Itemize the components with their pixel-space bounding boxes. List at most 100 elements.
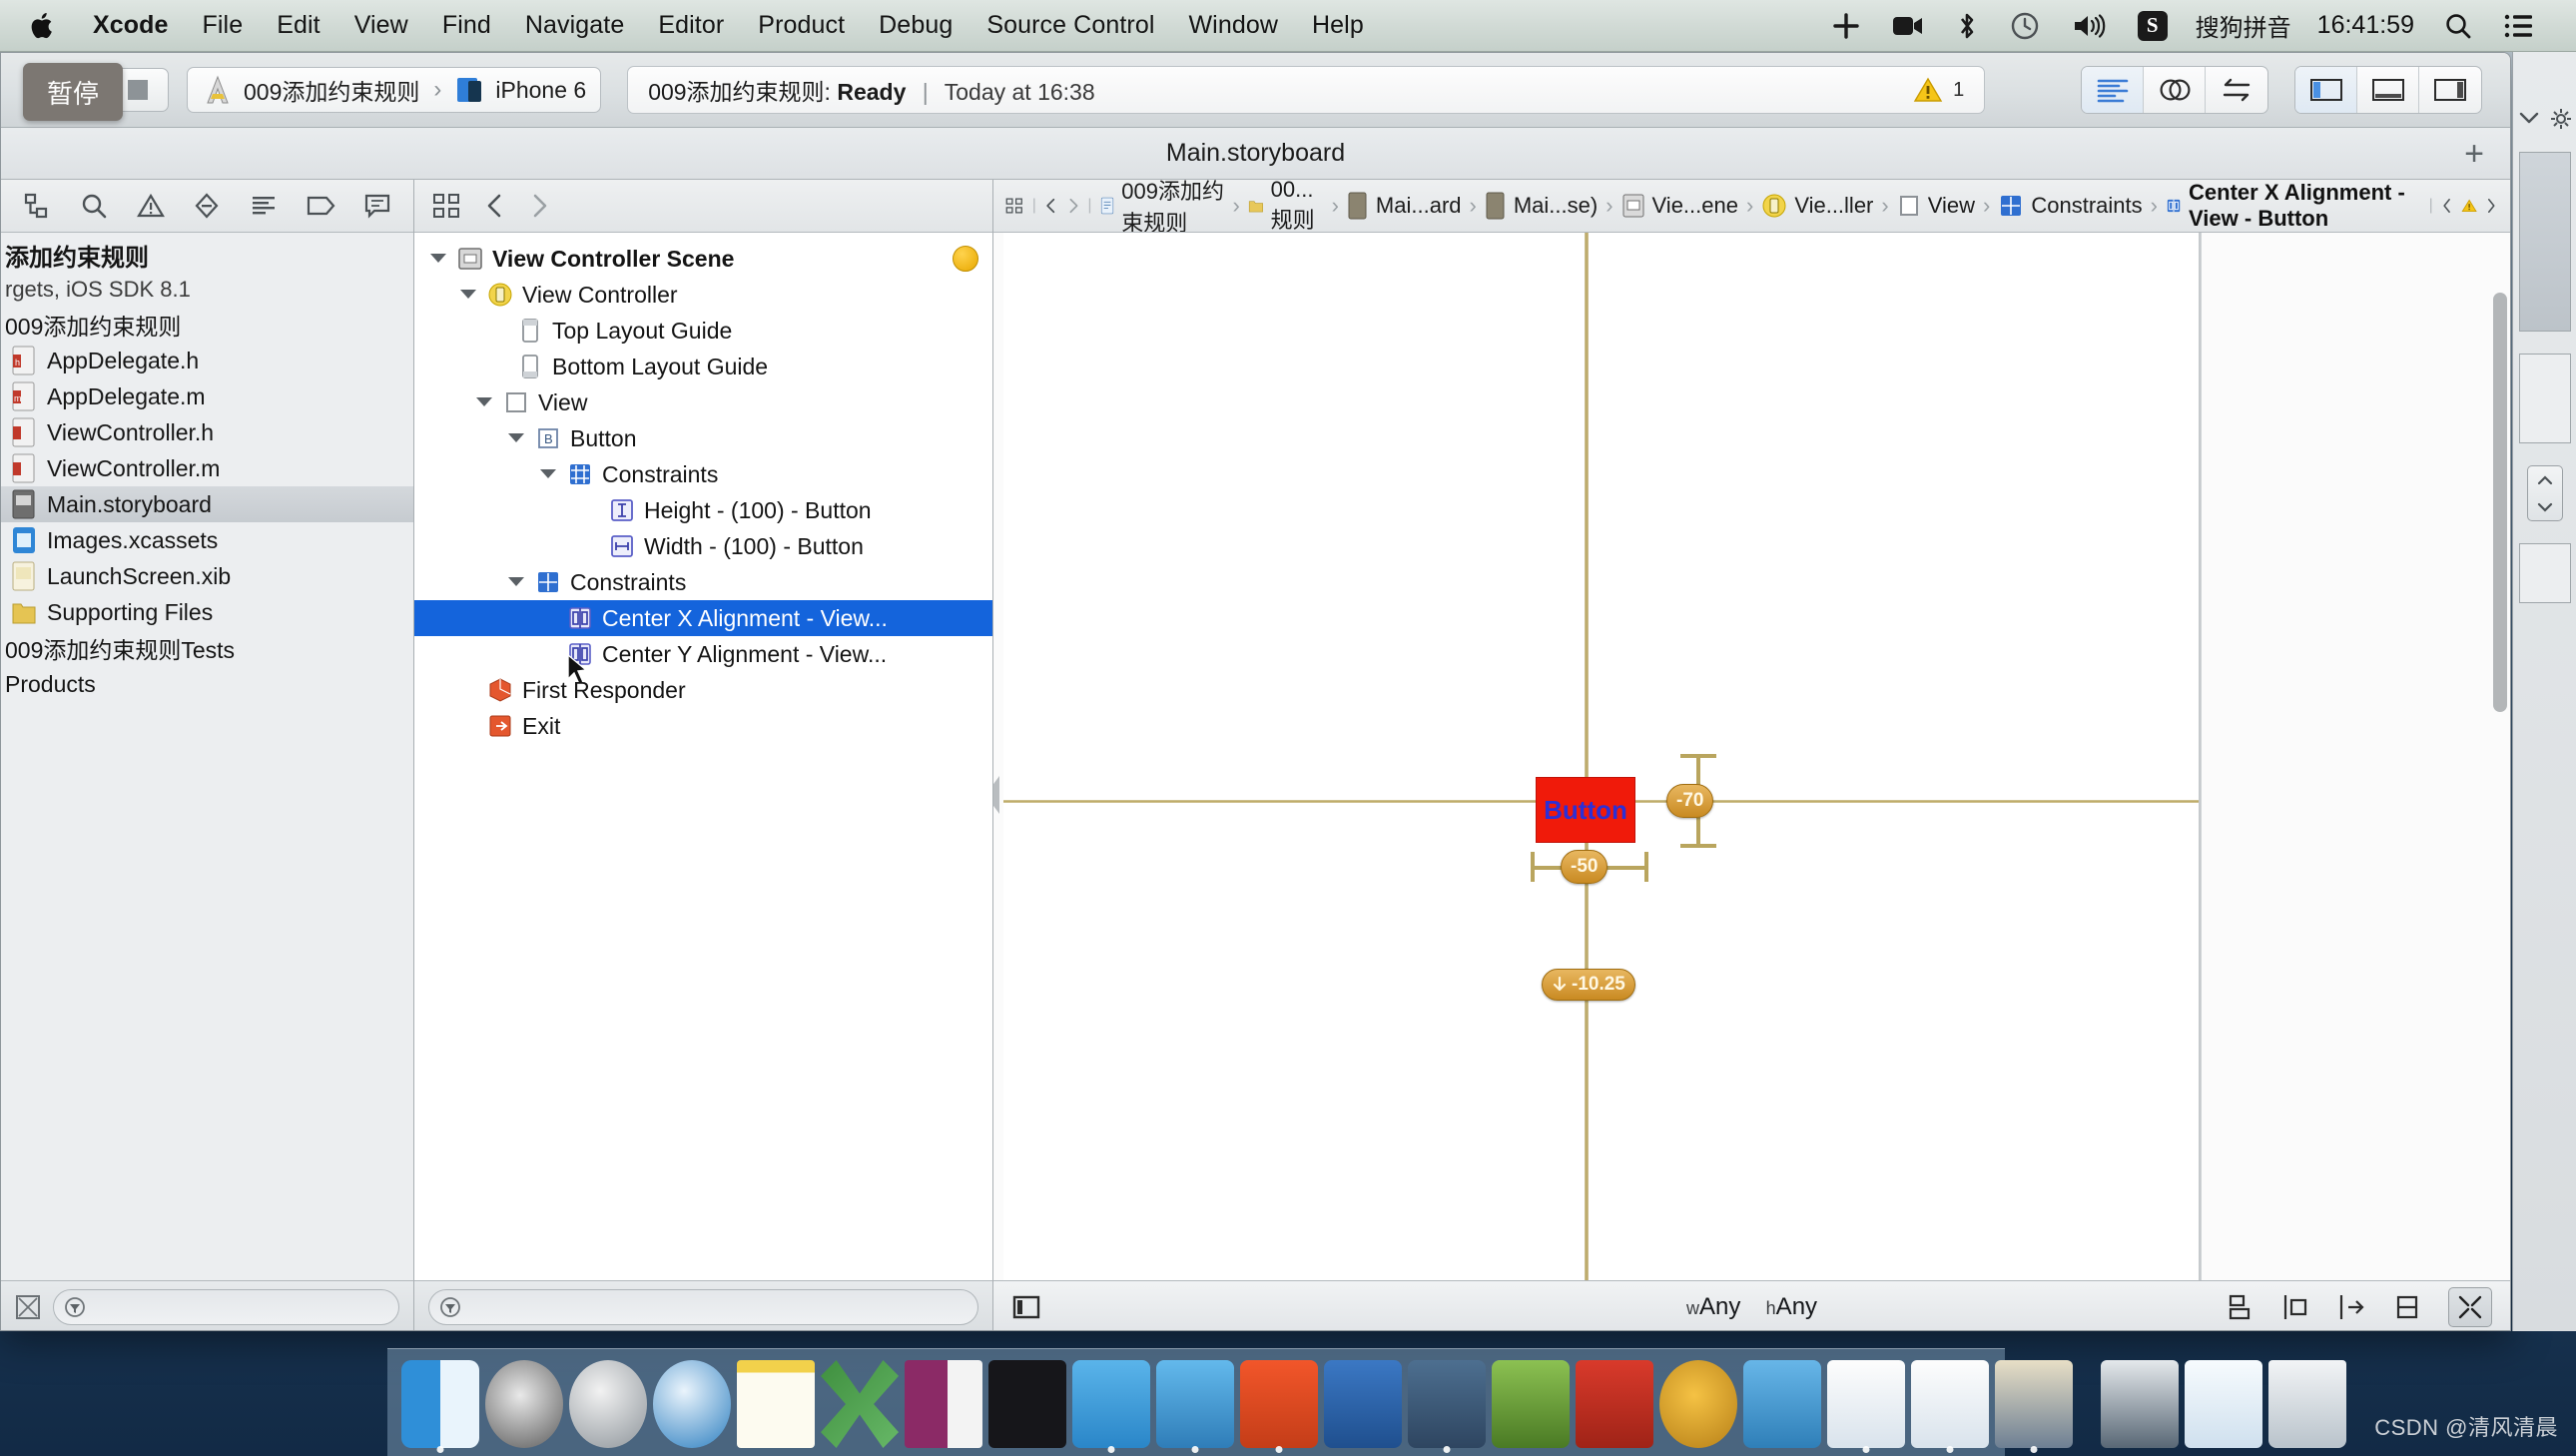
- filezilla-icon[interactable]: [1576, 1360, 1653, 1448]
- navigator-group-supporting-files[interactable]: Supporting Files: [1, 594, 413, 630]
- screen-record-icon[interactable]: [1876, 0, 1940, 52]
- crumb-storyboard-base[interactable]: Mai...se): [1485, 192, 1598, 220]
- chevron-right-icon[interactable]: [1066, 192, 1080, 220]
- navigator-file-main-storyboard[interactable]: Main.storyboard: [1, 486, 413, 522]
- ime-label[interactable]: 搜狗拼音: [2184, 8, 2303, 43]
- navigator-group-root[interactable]: 009添加约束规则: [1, 307, 413, 343]
- project-navigator-icon[interactable]: [17, 186, 57, 226]
- menu-editor[interactable]: Editor: [641, 0, 741, 52]
- resizing-behavior-icon[interactable]: [2392, 1292, 2424, 1322]
- charles-icon[interactable]: [1659, 1360, 1737, 1448]
- outline-row-first-responder[interactable]: First Responder: [414, 672, 992, 708]
- finder-icon[interactable]: [401, 1360, 479, 1448]
- crumb-constraints[interactable]: Constraints: [1998, 193, 2142, 219]
- outline-row-view-controller-scene[interactable]: View Controller Scene: [414, 241, 992, 277]
- navigator-file-viewcontroller-m[interactable]: ViewController.m: [1, 450, 413, 486]
- report-navigator-icon[interactable]: [357, 186, 397, 226]
- constraint-badge-vertical[interactable]: -70: [1666, 784, 1713, 818]
- device-view[interactable]: Button -70 -50: [1003, 233, 2202, 1280]
- menu-find[interactable]: Find: [425, 0, 508, 52]
- disclosure-triangle[interactable]: [506, 572, 526, 592]
- filter-toggle-icon[interactable]: [15, 1294, 41, 1320]
- outline-row-top-layout-guide[interactable]: Top Layout Guide: [414, 313, 992, 349]
- disclosure-triangle[interactable]: [506, 428, 526, 448]
- outline-row-width-constraint[interactable]: Width - (100) - Button: [414, 528, 992, 564]
- quicktime-icon[interactable]: [1408, 1360, 1486, 1448]
- apple-logo-icon[interactable]: [24, 11, 76, 41]
- standard-editor-icon[interactable]: [2082, 67, 2144, 113]
- menu-file[interactable]: File: [186, 0, 261, 52]
- notes-icon[interactable]: [737, 1360, 815, 1448]
- search-icon[interactable]: [2428, 0, 2488, 52]
- canvas-scrollbar[interactable]: [2493, 293, 2507, 712]
- crumb-scene[interactable]: Vie...ene: [1621, 193, 1738, 219]
- navigator-filter-input[interactable]: [53, 1289, 399, 1325]
- pin-icon[interactable]: [2280, 1292, 2312, 1322]
- outline-row-view-controller[interactable]: View Controller: [414, 277, 992, 313]
- menu-clock[interactable]: 16:41:59: [2303, 11, 2428, 40]
- menu-window[interactable]: Window: [1171, 0, 1295, 52]
- constraint-badge-selected[interactable]: -10.25: [1542, 969, 1635, 1001]
- crumb-view[interactable]: View: [1897, 193, 1975, 219]
- volume-icon[interactable]: [2056, 0, 2122, 52]
- outline-row-exit[interactable]: Exit: [414, 708, 992, 744]
- menu-help[interactable]: Help: [1295, 0, 1381, 52]
- dash-icon[interactable]: [1492, 1360, 1570, 1448]
- outline-tree[interactable]: View Controller Scene View Controller To…: [414, 233, 992, 1280]
- disclosure-triangle[interactable]: [428, 249, 448, 269]
- warning-triangle-icon[interactable]: [2461, 194, 2477, 218]
- menu-edit[interactable]: Edit: [260, 0, 336, 52]
- symbol-navigator-icon[interactable]: [74, 186, 114, 226]
- disclosure-triangle[interactable]: [538, 464, 558, 484]
- breakpoint-navigator-icon[interactable]: [301, 186, 340, 226]
- crumb-center-x-alignment[interactable]: Center X Alignment - View - Button: [2166, 180, 2413, 232]
- parallels-icon[interactable]: [1240, 1360, 1318, 1448]
- photos-icon[interactable]: [1995, 1360, 2073, 1448]
- navigator-file-viewcontroller-h[interactable]: ViewController.h: [1, 414, 413, 450]
- downloads-icon[interactable]: [2185, 1360, 2262, 1448]
- crumb-storyboard[interactable]: Mai...ard: [1347, 192, 1462, 220]
- navigator-group-tests[interactable]: 009添加约束规则Tests: [1, 630, 413, 666]
- issue-navigator-icon[interactable]: [131, 186, 171, 226]
- preview-icon[interactable]: [1827, 1360, 1905, 1448]
- zoom-fit-button[interactable]: [2448, 1287, 2492, 1327]
- debug-navigator-icon[interactable]: [244, 186, 284, 226]
- chevron-right-icon[interactable]: [528, 192, 550, 220]
- toggle-navigator-icon[interactable]: [2295, 67, 2357, 113]
- resolve-issues-icon[interactable]: [2336, 1292, 2368, 1322]
- menu-source-control[interactable]: Source Control: [969, 0, 1171, 52]
- navigator-project-root[interactable]: 添加约束规则: [1, 237, 413, 273]
- scene-dot-badge[interactable]: [953, 246, 978, 272]
- assistant-editor-icon[interactable]: [2144, 67, 2206, 113]
- related-items-icon[interactable]: [1005, 192, 1024, 220]
- chevron-left-icon[interactable]: [1044, 192, 1058, 220]
- version-editor-icon[interactable]: [2206, 67, 2267, 113]
- add-tab-button[interactable]: +: [2464, 137, 2484, 171]
- outline-row-height-constraint[interactable]: Height - (100) - Button: [414, 492, 992, 528]
- screen-sharing-icon[interactable]: [2101, 1360, 2179, 1448]
- menu-view[interactable]: View: [337, 0, 425, 52]
- related-items-icon[interactable]: [432, 192, 462, 220]
- menu-debug[interactable]: Debug: [862, 0, 969, 52]
- airplay-icon[interactable]: [1816, 0, 1876, 52]
- safari-icon[interactable]: [653, 1360, 731, 1448]
- excel-icon[interactable]: [821, 1360, 899, 1448]
- navigator-file-appdelegate-h[interactable]: h AppDelegate.h: [1, 343, 413, 378]
- button-element[interactable]: Button: [1536, 777, 1635, 843]
- terminal-icon[interactable]: [988, 1360, 1066, 1448]
- outline-row-button[interactable]: B Button: [414, 420, 992, 456]
- gear-icon[interactable]: [2550, 108, 2572, 130]
- size-class-indicator[interactable]: wAny hAny: [1686, 1293, 1817, 1321]
- outline-row-center-y-alignment[interactable]: Center Y Alignment - View...: [414, 636, 992, 672]
- menu-product[interactable]: Product: [741, 0, 862, 52]
- xcode-beta-icon[interactable]: [1156, 1360, 1234, 1448]
- test-navigator-icon[interactable]: [187, 186, 227, 226]
- disclosure-triangle[interactable]: [458, 285, 478, 305]
- constraint-badge-horizontal[interactable]: -50: [1561, 850, 1608, 884]
- crumb-group[interactable]: 00...规则: [1248, 180, 1324, 233]
- disclosure-triangle[interactable]: [474, 392, 494, 412]
- chevron-right-icon[interactable]: [2485, 193, 2498, 219]
- trash-icon[interactable]: [2268, 1360, 2346, 1448]
- input-method-badge[interactable]: S: [2122, 0, 2184, 52]
- onenote-icon[interactable]: [905, 1360, 982, 1448]
